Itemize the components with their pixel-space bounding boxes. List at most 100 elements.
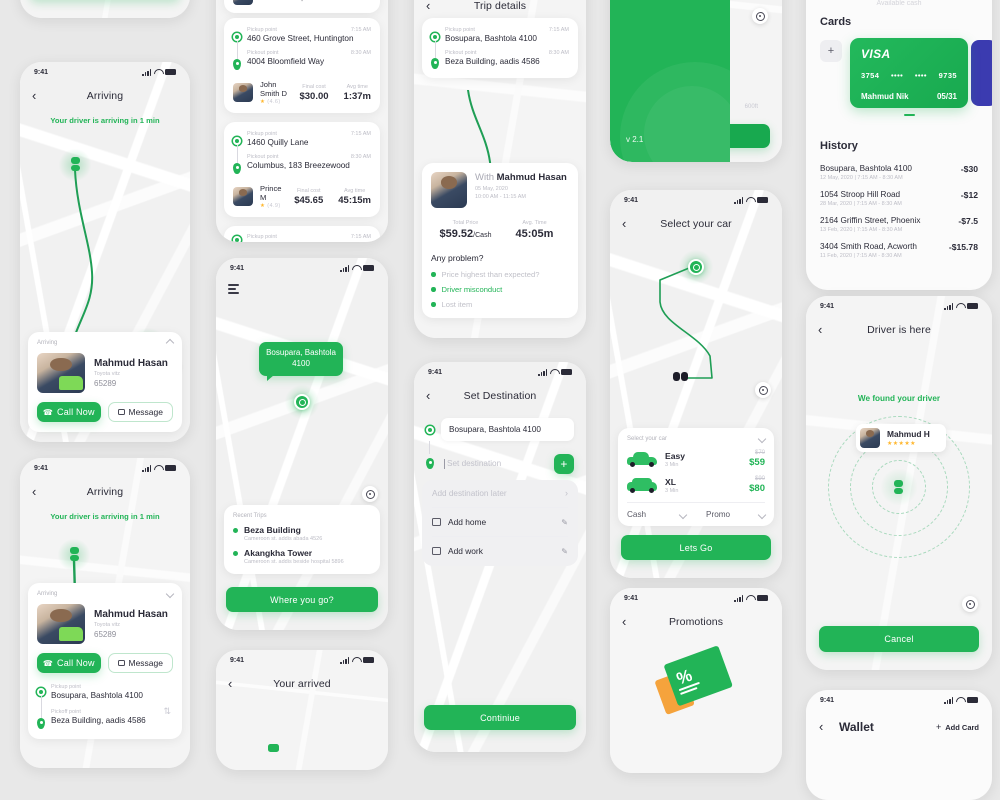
edit-icon[interactable]: ✎: [561, 518, 568, 527]
driver-name: Mahmud H: [887, 429, 930, 439]
locate-me-button[interactable]: [362, 486, 378, 502]
hamburger-menu-icon[interactable]: [228, 284, 239, 294]
edit-icon[interactable]: ✎: [561, 547, 568, 556]
locate-me-button[interactable]: [962, 596, 978, 612]
back-icon[interactable]: ‹: [228, 677, 240, 690]
car-price: $59: [749, 457, 765, 468]
dropoff-label: Pickoff point: [51, 709, 81, 715]
driver-avatar: [233, 83, 253, 102]
history-row[interactable]: Bosupara, Bashtola 4100 12 May, 2020 | 7…: [820, 164, 978, 181]
driver-avatar: [860, 428, 880, 448]
current-location-marker[interactable]: [284, 384, 320, 420]
collapse-icon[interactable]: [165, 338, 175, 348]
visa-logo: VISA: [861, 47, 891, 61]
visa-card[interactable]: VISA 3754 •••• •••• 9735 Mahmud Nik 05/3…: [850, 38, 968, 108]
signal-icon: [142, 69, 151, 76]
signal-icon: [944, 697, 953, 704]
driver-chip[interactable]: Mahmud H ★★★★★: [856, 424, 946, 452]
bullet-icon: [431, 272, 436, 277]
total-price-value: $59.52: [439, 228, 474, 240]
status-time: 9:41: [34, 464, 49, 472]
battery-icon: [967, 303, 978, 309]
recent-trips-title: Recent Trips: [233, 513, 267, 519]
wifi-icon: [352, 657, 360, 663]
add-work-row[interactable]: Add work ✎: [432, 546, 568, 556]
history-meta: 13 Feb, 2020 | 7:15 AM - 8:30 AM: [820, 227, 903, 233]
add-destination-later-row[interactable]: Add destination later ›: [432, 489, 568, 499]
location-bubble-text: Bosupara, Bashtola 4100: [266, 348, 336, 368]
status-bar: 9:41: [216, 650, 388, 670]
plus-icon: +: [935, 722, 942, 732]
expand-icon[interactable]: [165, 589, 175, 599]
cards-title: Cards: [820, 16, 852, 28]
back-icon[interactable]: ‹: [426, 389, 438, 402]
message-button[interactable]: Message: [107, 402, 173, 422]
message-button[interactable]: Message: [107, 653, 173, 673]
dropoff-pin-icon: [37, 718, 45, 729]
back-icon[interactable]: ‹: [426, 0, 438, 12]
back-icon[interactable]: ‹: [32, 485, 44, 498]
pickup-time: 7:15 AM: [350, 234, 371, 240]
card-holder: Mahmud Nik: [861, 92, 909, 101]
car-option-xl[interactable]: XL 3 Min $90 $80: [627, 476, 765, 494]
battery-icon: [363, 657, 374, 663]
problem-option[interactable]: Price highest than expected?: [431, 270, 569, 279]
history-row[interactable]: 2164 Griffin Street, Phoenix 13 Feb, 202…: [820, 216, 978, 233]
chevron-down-icon: [678, 510, 688, 519]
trip-summary-card: With Mahmud Hasan 05 May, 2020 10:00 AM …: [422, 163, 578, 318]
car-option-easy[interactable]: Easy 3 Min $70 $59: [627, 450, 765, 468]
add-destination-button[interactable]: +: [554, 453, 574, 474]
phone-trip-details: ‹ Trip details Pickup point 7:15 AM Bosu…: [414, 0, 586, 338]
swap-icon[interactable]: ⇅: [163, 706, 171, 717]
where-you-go-button[interactable]: Where you go?: [226, 587, 378, 612]
problem-option[interactable]: Driver misconduct: [431, 285, 569, 294]
map-background: [216, 258, 388, 630]
back-icon[interactable]: ‹: [622, 615, 634, 628]
cost-label: Final cost: [296, 187, 321, 194]
back-icon[interactable]: ‹: [819, 720, 831, 733]
call-now-button[interactable]: ☎ Call Now: [37, 653, 101, 673]
destination-marker[interactable]: [678, 249, 714, 285]
add-card-button[interactable]: +: [820, 40, 842, 62]
back-icon[interactable]: ‹: [32, 89, 44, 102]
trip-card[interactable]: Pickup point 7:15 AM 1460 Quilly Lane Pi…: [224, 122, 380, 217]
add-card-button[interactable]: + Add Card: [936, 722, 979, 732]
problem-option[interactable]: Lost item: [431, 300, 569, 309]
next-card-peek[interactable]: [971, 40, 992, 106]
origin-field[interactable]: Bosupara, Bashtola 4100: [441, 418, 574, 441]
list-item[interactable]: Beza Building Cameroon st. addis abada 4…: [233, 525, 371, 542]
back-icon[interactable]: ‹: [818, 323, 830, 336]
avg-time-value: 45:05m: [515, 228, 554, 240]
continue-button[interactable]: Continiue: [424, 705, 576, 730]
car-selector-header[interactable]: Select your car: [627, 434, 767, 444]
add-card-label: Add Card: [945, 722, 979, 732]
rating-value: 4.6: [269, 99, 279, 105]
locate-me-button[interactable]: [752, 8, 768, 24]
promo-label: Promo: [706, 510, 731, 519]
trip-card-partial-bottom[interactable]: Pickup point 7:15 AM: [224, 226, 380, 242]
phone-icon: ☎: [42, 658, 54, 668]
cancel-button[interactable]: Cancel: [819, 626, 979, 652]
promo-selector[interactable]: Promo: [696, 510, 767, 519]
sheet-status-label: Arriving: [37, 340, 58, 346]
signal-icon: [340, 265, 349, 272]
locate-me-button[interactable]: [755, 382, 771, 398]
destination-options-card: Add destination later › Add home ✎ Add w…: [422, 480, 578, 566]
driver-name: Mahmud Hasan: [94, 358, 168, 369]
trip-card[interactable]: Pickup point 7:15 AM 460 Grove Street, H…: [224, 18, 380, 113]
call-now-button[interactable]: ☎ Call Now: [37, 402, 101, 422]
pickup-time: 7:15 AM: [350, 27, 371, 33]
page-title: Select your car: [660, 218, 732, 230]
payment-selector[interactable]: Cash: [627, 510, 696, 519]
lets-go-button[interactable]: Lets Go: [621, 535, 771, 560]
list-item[interactable]: Akangkha Tower Cameroon st. addis beside…: [233, 548, 371, 565]
add-work-label: Add work: [448, 546, 483, 556]
chevron-down-icon: [757, 434, 767, 444]
car-price: $80: [749, 483, 765, 494]
trip-card-partial-top[interactable]: ★ (4.5) $45.65 45:15m: [224, 0, 380, 13]
history-row[interactable]: 3404 Smith Road, Acworth 11 Feb, 2020 | …: [820, 242, 978, 259]
history-row[interactable]: 1054 Stroop Hill Road 28 Mar, 2020 | 7:1…: [820, 190, 978, 207]
destination-field[interactable]: Set destination: [441, 452, 547, 475]
back-icon[interactable]: ‹: [622, 217, 634, 230]
add-home-row[interactable]: Add home ✎: [432, 517, 568, 527]
